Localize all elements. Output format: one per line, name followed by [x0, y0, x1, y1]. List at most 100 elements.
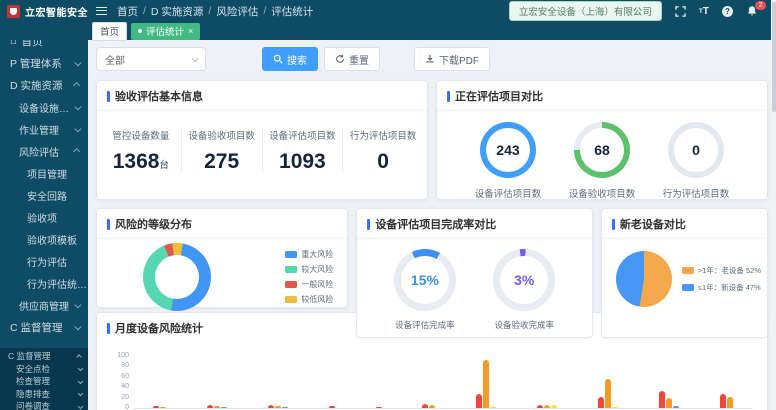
download-pdf-button[interactable]: 下载PDF [414, 47, 490, 71]
title-accent [447, 91, 450, 102]
breadcrumb-separator: / [263, 5, 266, 17]
card-title: 正在评估项目对比 [455, 88, 543, 104]
chevron-down-icon [74, 103, 80, 109]
bar-red [268, 405, 274, 408]
company-button[interactable]: 立宏安全设备（上海）有限公司 [509, 1, 662, 21]
sidebar-item[interactable]: 验收项模板 [0, 228, 88, 250]
sidebar-item[interactable]: 行为评估统… [0, 272, 88, 294]
active-tab-dot-icon [138, 29, 142, 33]
sidebar-item-label: 问卷调查 [16, 400, 50, 410]
tab-bar: 首页 评估统计 × [0, 22, 776, 40]
bar-red [598, 397, 604, 408]
chevron-down-icon [77, 366, 82, 371]
y-axis-tick: 100 [117, 352, 129, 359]
sidebar-item[interactable]: 安全点检 [0, 363, 88, 376]
scrollbar-thumb[interactable] [772, 2, 776, 112]
breadcrumb-item[interactable]: D 实施资源 [151, 4, 204, 19]
bar-blue [221, 407, 227, 408]
chevron-up-icon [73, 83, 79, 89]
new-old-legend: >1年：老设备 52% ≤1年：新设备 47% [682, 265, 761, 293]
chevron-up-icon [76, 354, 81, 359]
gauge-acceptance-completion: 3% 设备验收完成率 [493, 249, 555, 331]
bar-group [268, 355, 288, 408]
sidebar-item[interactable]: 安全回路 [0, 184, 88, 206]
close-tab-icon[interactable]: × [188, 26, 193, 36]
sidebar-item[interactable]: C 监督管理 [0, 350, 88, 363]
risk-donut-chart [143, 243, 211, 311]
bar-blue [673, 406, 679, 408]
card-title: 风险的等级分布 [115, 216, 192, 232]
bar-blue [282, 407, 288, 408]
sidebar-item-label: 供应商管理 [19, 298, 69, 313]
sidebar-item[interactable]: 隐患排查 [0, 388, 88, 401]
bar-red [207, 405, 213, 408]
sidebar-item[interactable]: P 管理体系 [0, 52, 88, 74]
sidebar-item[interactable]: 作业管理 [0, 118, 88, 140]
tab-home[interactable]: 首页 [92, 22, 127, 41]
stat-acceptance-projects: 设备验收项目数 275 [182, 128, 263, 172]
font-size-icon[interactable]: TT [699, 6, 709, 17]
card-ongoing-comparison: 正在评估项目对比 243 设备评估项目数 68 设备验收项目数 0 行为评估项目… [436, 80, 768, 200]
notification-badge: 2 [755, 1, 766, 10]
question-icon[interactable]: ? [722, 6, 733, 17]
bar-group [659, 355, 679, 408]
chevron-down-icon [74, 125, 80, 131]
sidebar-item-label: D 实施资源 [10, 78, 63, 93]
breadcrumb-item[interactable]: 风险评估 [216, 4, 258, 19]
stat-managed-devices: 管控设备数量 1368台 [101, 128, 182, 172]
y-axis-tick: 80 [121, 362, 129, 369]
breadcrumb-separator: / [143, 5, 146, 17]
bar-group [422, 355, 435, 408]
filter-select[interactable]: 全部 [96, 47, 206, 71]
chevron-down-icon [77, 403, 82, 408]
download-icon [425, 54, 435, 64]
sidebar-item-label: 验收项 [27, 210, 57, 225]
sidebar-item[interactable]: C 监督管理 [0, 316, 88, 338]
bar-red [659, 391, 665, 408]
bell-icon[interactable]: 2 [746, 5, 758, 17]
title-accent [107, 323, 110, 334]
gauge-assessment-completion: 15% 设备评估完成率 [394, 249, 456, 331]
breadcrumb-item[interactable]: 首页 [117, 4, 138, 19]
bar-orange [544, 405, 550, 408]
stat-assessment-projects: 设备评估项目数 1093 [263, 128, 344, 172]
legend-item: 较低风险 [285, 294, 333, 305]
hamburger-icon[interactable] [96, 7, 107, 15]
bar-orange [275, 406, 281, 408]
card-title: 新老设备对比 [620, 216, 686, 232]
bar-orange [666, 398, 672, 408]
bar-chart-plot [133, 355, 753, 408]
search-icon [273, 54, 283, 64]
sidebar-item[interactable]: 风险评估 [0, 140, 88, 162]
sidebar-item[interactable]: 问卷调查 [0, 400, 88, 410]
sidebar-item[interactable]: 项目管理 [0, 162, 88, 184]
card-risk-distribution: 风险的等级分布 重大风险 较大风险 一般风险 较低风险 [96, 208, 348, 308]
gauge-device-acceptance: 68 设备验收项目数 [569, 122, 636, 200]
sidebar-item-label: C 监督管理 [10, 320, 63, 335]
legend-item: 较大风险 [285, 264, 333, 275]
reset-button[interactable]: 重置 [324, 47, 380, 71]
scrollbar[interactable] [771, 0, 776, 410]
monthly-bar-chart: 100806040200 [133, 355, 753, 409]
bar-red [720, 394, 726, 408]
sidebar-item[interactable]: D 实施资源 [0, 74, 88, 96]
sidebar-item[interactable]: 行为评估 [0, 250, 88, 272]
sidebar-item[interactable]: 检查管理 [0, 375, 88, 388]
bar-yellow [490, 407, 496, 408]
card-title: 验收评估基本信息 [115, 88, 203, 104]
filter-toolbar: 全部 搜索 重置 下载PDF [96, 46, 768, 72]
sidebar-item-label: C 监督管理 [8, 350, 51, 362]
breadcrumb-item[interactable]: 评估统计 [271, 4, 313, 19]
bar-red [153, 406, 159, 408]
sidebar-item[interactable]: 验收项 [0, 206, 88, 228]
title-accent [107, 91, 110, 102]
search-button[interactable]: 搜索 [262, 47, 318, 71]
y-axis-tick: 40 [121, 383, 129, 390]
sidebar-item[interactable]: 设备设施管理 [0, 96, 88, 118]
sidebar-nav: ⌂首页P 管理体系D 实施资源设备设施管理作业管理风险评估项目管理安全回路验收项… [0, 22, 88, 410]
chevron-down-icon [77, 391, 82, 396]
fullscreen-icon[interactable] [675, 6, 686, 17]
sidebar-item-label: 检查管理 [16, 375, 50, 387]
tab-assessment-stats[interactable]: 评估统计 × [131, 23, 200, 40]
sidebar-item[interactable]: 供应商管理 [0, 294, 88, 316]
